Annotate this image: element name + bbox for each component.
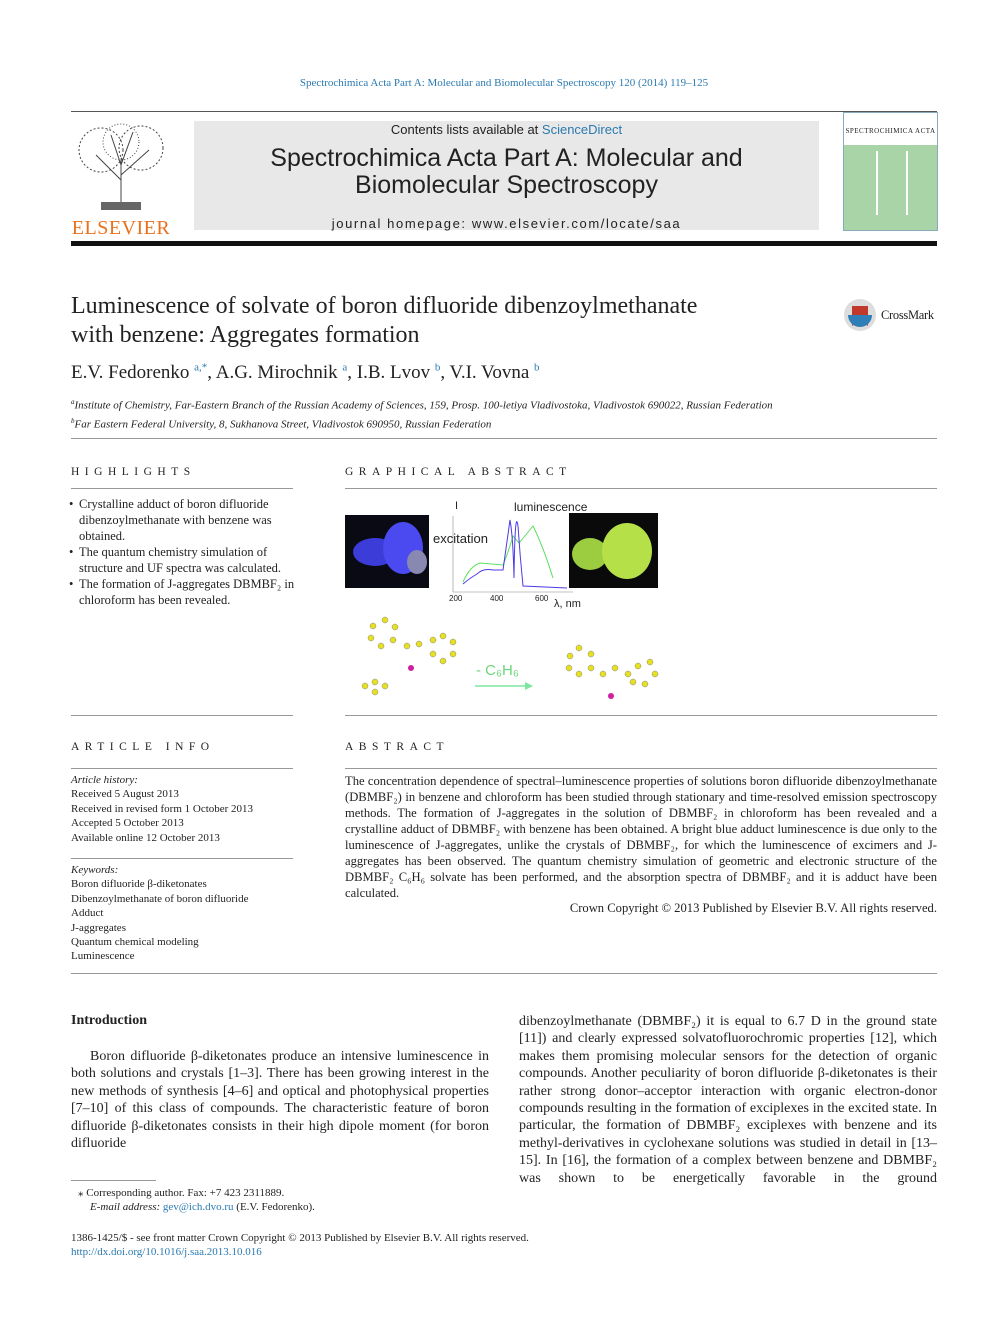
x-tick: 200 <box>449 594 463 603</box>
contents-prefix: Contents lists available at <box>390 122 542 137</box>
intro-left-column: Boron difluoride β-diketonates produce a… <box>71 1049 489 1152</box>
keyword: Adduct <box>71 907 104 920</box>
history-label: Article history: <box>71 774 138 786</box>
corresponding-author: Corresponding author. Fax: +7 423 231188… <box>86 1187 285 1199</box>
history-item: Available online 12 October 2013 <box>71 831 220 844</box>
abstract-text: The concentration dependence of spectral… <box>345 774 937 900</box>
affiliation: aInstitute of Chemistry, Far-Eastern Bra… <box>71 395 773 414</box>
journal-cover[interactable]: SPECTROCHIMICA ACTA <box>843 112 938 231</box>
keyword: Boron difluoride β-diketonates <box>71 878 207 891</box>
abstract-heading: ABSTRACT <box>345 741 450 753</box>
author-name: , A.G. Mirochnik <box>207 362 338 384</box>
x-tick: 600 <box>535 594 549 603</box>
author-name: , I.B. Lvov <box>347 362 431 384</box>
journal-banner: Contents lists available at ScienceDirec… <box>194 121 819 231</box>
highlight-item: The formation of J-aggregates DBMBF₂ in … <box>69 576 296 608</box>
article-info-heading: ARTICLE INFO <box>71 741 215 753</box>
section-heading: Introduction <box>71 1013 147 1028</box>
graphical-abstract-figure: I luminescence excitation 200 400 600 λ,… <box>345 496 675 711</box>
crossmark-icon <box>844 299 876 331</box>
history-item: Received 5 August 2013 <box>71 788 179 801</box>
journal-reference[interactable]: Spectrochimica Acta Part A: Molecular an… <box>0 77 992 89</box>
author[interactable]: E.V. Fedorenko a,* <box>71 362 207 383</box>
author-affiliation[interactable]: a,* <box>194 362 207 374</box>
crossmark-button[interactable]: CrossMark <box>843 298 934 332</box>
email-link[interactable]: gev@ich.dvo.ru <box>163 1201 234 1213</box>
affiliation: bFar Eastern Federal University, 8, Sukh… <box>71 414 773 433</box>
x-tick: 400 <box>490 594 504 603</box>
article-title: Luminescence of solvate of boron difluor… <box>71 292 697 350</box>
highlights-list: Crystalline adduct of boron difluoride d… <box>69 496 296 608</box>
keyword: Quantum chemical modeling <box>71 936 199 949</box>
molecule-adduct <box>350 611 470 706</box>
elsevier-logo[interactable]: ELSEVIER <box>71 120 171 239</box>
doi-link[interactable]: http://dx.doi.org/10.1016/j.saa.2013.10.… <box>71 1245 262 1259</box>
keyword: Dibenzoylmethanate of boron difluoride <box>71 892 249 905</box>
affiliations: aInstitute of Chemistry, Far-Eastern Bra… <box>71 395 773 432</box>
journal-title: Spectrochimica Acta Part A: Molecular an… <box>270 144 743 172</box>
footnote: ⁎ Corresponding author. Fax: +7 423 2311… <box>78 1187 315 1214</box>
journal-homepage[interactable]: journal homepage: www.elsevier.com/locat… <box>194 216 819 231</box>
publisher-name: ELSEVIER <box>71 217 171 239</box>
author-affiliation[interactable]: b <box>534 362 540 374</box>
history-item: Accepted 5 October 2013 <box>71 817 184 830</box>
spectrum-plot <box>452 516 573 593</box>
highlight-item: The quantum chemistry simulation of stru… <box>69 544 296 576</box>
abstract-copyright: Crown Copyright © 2013 Published by Else… <box>569 901 937 915</box>
excitation-label: excitation <box>433 531 488 546</box>
keywords-label: Keywords: <box>71 864 119 876</box>
arrow-label: - C₆H₆ <box>476 662 519 679</box>
intro-right-column: dibenzoylmethanate (DBMBF₂) it is equal … <box>519 1014 937 1186</box>
page: Spectrochimica Acta Part A: Molecular an… <box>0 0 992 1323</box>
author-list: E.V. Fedorenko a,*, A.G. Mirochnik a, I.… <box>71 362 540 384</box>
graphical-abstract-heading: GRAPHICAL ABSTRACT <box>345 466 572 478</box>
author-name: , V.I. Vovna <box>440 362 530 384</box>
history-item: Received in revised form 1 October 2013 <box>71 802 254 815</box>
sciencedirect-link[interactable]: ScienceDirect <box>542 122 622 137</box>
journal-title-2: Biomolecular Spectroscopy <box>355 171 658 199</box>
email-name: (E.V. Fedorenko). <box>233 1201 315 1214</box>
highlight-item: Crystalline adduct of boron difluoride d… <box>69 496 296 544</box>
article-history: Article history: Received 5 August 2013 … <box>71 773 296 845</box>
affiliation-text: Institute of Chemistry, Far-Eastern Bran… <box>74 399 773 412</box>
keyword: Luminescence <box>71 950 135 963</box>
highlights-heading: HIGHLIGHTS <box>71 466 196 478</box>
author[interactable]: , V.I. Vovna b <box>440 362 539 383</box>
keywords: Keywords: Boron difluoride β-diketonates… <box>71 863 296 964</box>
title-line-1: Luminescence of solvate of boron difluor… <box>71 293 698 319</box>
keyword: J-aggregates <box>71 921 126 934</box>
crossmark-label: CrossMark <box>881 307 934 322</box>
author[interactable]: , I.B. Lvov b <box>347 362 440 383</box>
tree-icon <box>71 120 171 212</box>
author-name: E.V. Fedorenko <box>71 362 190 384</box>
luminescence-label: luminescence <box>514 500 588 514</box>
title-line-2: with benzene: Aggregates formation <box>71 322 420 348</box>
cover-title: SPECTROCHIMICA ACTA <box>844 113 937 145</box>
y-axis-label: I <box>455 500 459 512</box>
x-axis-label: λ, nm <box>554 598 581 610</box>
email-label: E-mail address: <box>90 1201 163 1214</box>
author[interactable]: , A.G. Mirochnik a <box>207 362 347 383</box>
affiliation-text: Far Eastern Federal University, 8, Sukha… <box>74 418 492 431</box>
front-matter: 1386-1425/$ - see front matter Crown Cop… <box>71 1232 529 1244</box>
